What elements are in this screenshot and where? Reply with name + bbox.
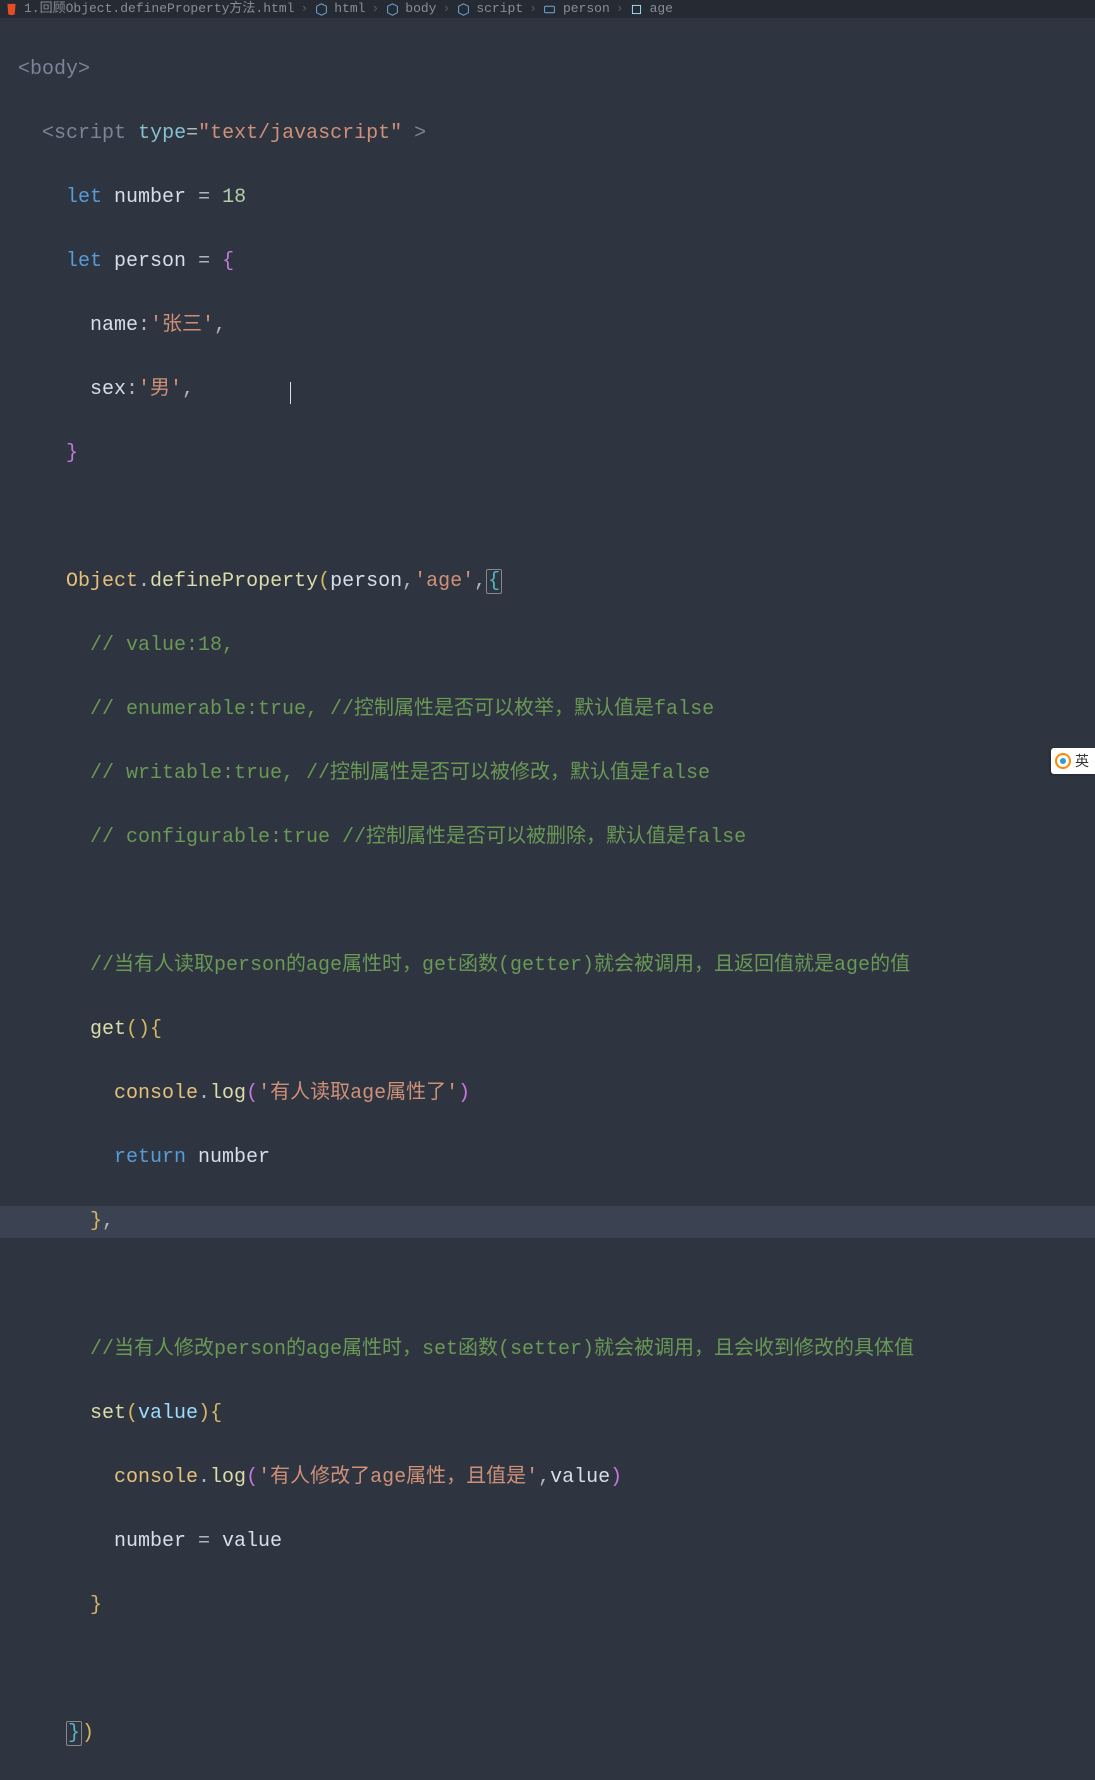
chevron-right-icon: › bbox=[371, 0, 379, 18]
code-line[interactable]: get(){ bbox=[18, 1014, 1077, 1046]
code-line[interactable]: Object.defineProperty(person,'age',{ bbox=[18, 566, 1077, 598]
code-line[interactable] bbox=[18, 886, 1077, 918]
code-line[interactable]: } bbox=[18, 1590, 1077, 1622]
breadcrumb-item[interactable]: person bbox=[563, 0, 610, 18]
code-line[interactable]: sex:'男', bbox=[18, 374, 1077, 406]
variable-icon bbox=[543, 2, 557, 16]
code-line[interactable]: number = value bbox=[18, 1526, 1077, 1558]
code-line[interactable]: name:'张三', bbox=[18, 310, 1077, 342]
code-line[interactable]: <script type="text/javascript" > bbox=[18, 118, 1077, 150]
code-line[interactable]: // configurable:true //控制属性是否可以被删除，默认值是f… bbox=[18, 822, 1077, 854]
code-line[interactable]: return number bbox=[18, 1142, 1077, 1174]
code-line[interactable] bbox=[18, 502, 1077, 534]
breadcrumb-item[interactable]: script bbox=[476, 0, 523, 18]
code-line[interactable]: // writable:true, //控制属性是否可以被修改，默认值是fals… bbox=[18, 758, 1077, 790]
code-line[interactable]: // value:18, bbox=[18, 630, 1077, 662]
code-line[interactable]: let person = { bbox=[18, 246, 1077, 278]
code-line[interactable]: // enumerable:true, //控制属性是否可以枚举，默认值是fal… bbox=[18, 694, 1077, 726]
breadcrumb-item[interactable]: html bbox=[334, 0, 365, 18]
code-line[interactable]: let number = 18 bbox=[18, 182, 1077, 214]
code-line[interactable]: <body> bbox=[18, 54, 1077, 86]
code-line[interactable]: }) bbox=[18, 1718, 1077, 1750]
chevron-right-icon: › bbox=[616, 0, 624, 18]
ime-icon bbox=[1055, 753, 1071, 769]
breadcrumb[interactable]: 1.回顾Object.defineProperty方法.html › html … bbox=[0, 0, 1095, 18]
code-line[interactable]: } bbox=[18, 438, 1077, 470]
code-line[interactable]: //当有人读取person的age属性时，get函数(getter)就会被调用，… bbox=[18, 950, 1077, 982]
code-line[interactable] bbox=[18, 1270, 1077, 1302]
ime-indicator[interactable]: 英 bbox=[1051, 748, 1095, 774]
chevron-right-icon: › bbox=[529, 0, 537, 18]
code-line[interactable]: console.log('有人修改了age属性，且值是',value) bbox=[18, 1462, 1077, 1494]
chevron-right-icon: › bbox=[443, 0, 451, 18]
cube-icon bbox=[385, 2, 399, 16]
cube-icon bbox=[456, 2, 470, 16]
code-editor[interactable]: <body> <script type="text/javascript" > … bbox=[0, 18, 1095, 1780]
code-line-highlighted[interactable]: }, bbox=[0, 1206, 1095, 1238]
code-line[interactable]: set(value){ bbox=[18, 1398, 1077, 1430]
code-line[interactable]: //当有人修改person的age属性时，set函数(setter)就会被调用，… bbox=[18, 1334, 1077, 1366]
cube-icon bbox=[314, 2, 328, 16]
chevron-right-icon: › bbox=[300, 0, 308, 18]
breadcrumb-item[interactable]: age bbox=[650, 0, 673, 18]
ime-label: 英 bbox=[1075, 750, 1089, 772]
html-file-icon bbox=[4, 2, 18, 16]
text-cursor bbox=[290, 382, 291, 404]
property-icon bbox=[630, 2, 644, 16]
breadcrumb-item[interactable]: body bbox=[405, 0, 436, 18]
code-line[interactable]: console.log('有人读取age属性了') bbox=[18, 1078, 1077, 1110]
breadcrumb-file[interactable]: 1.回顾Object.defineProperty方法.html bbox=[24, 0, 294, 18]
code-line[interactable] bbox=[18, 1654, 1077, 1686]
